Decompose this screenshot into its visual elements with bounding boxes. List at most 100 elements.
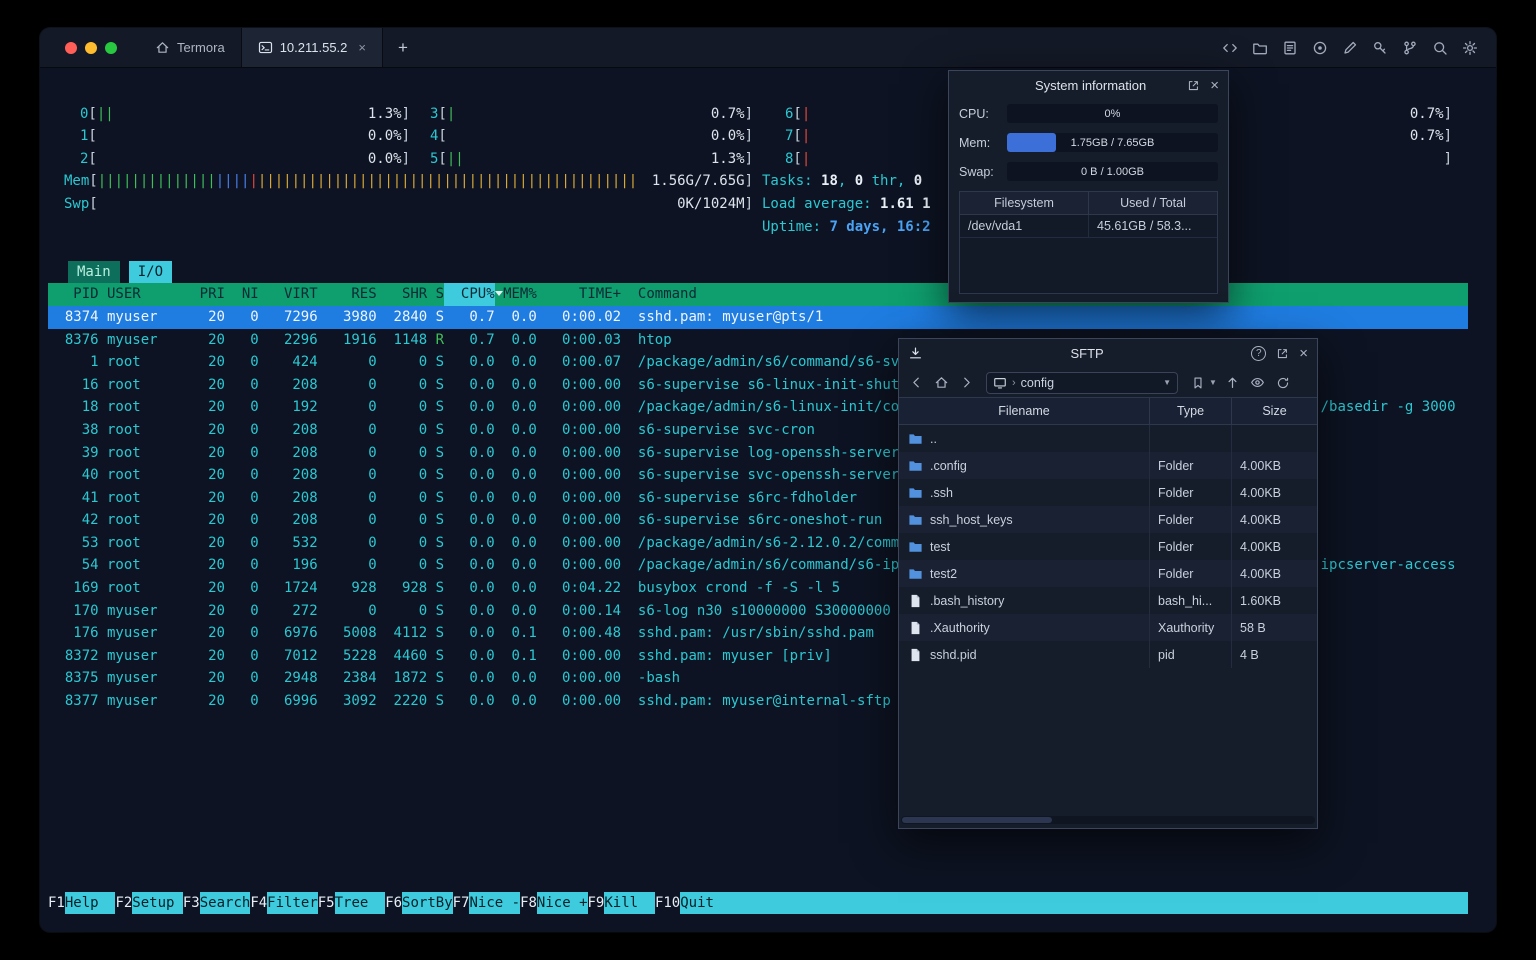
- minimize-window-button[interactable]: [85, 41, 97, 54]
- sftp-panel: SFTP ? × › config ▼ ▼ Filename Type Size…: [898, 338, 1318, 829]
- column-header-shr[interactable]: SHR: [377, 283, 427, 306]
- file-name: test: [930, 539, 951, 554]
- filesystem-row[interactable]: /dev/vda1 45.61GB / 58.3...: [960, 215, 1217, 238]
- file-column-size[interactable]: Size: [1231, 398, 1317, 424]
- htop-tab-i-o[interactable]: I/O: [128, 261, 173, 284]
- record-icon[interactable]: [1312, 40, 1328, 56]
- file-row-ssh_host_keys[interactable]: ssh_host_keys Folder 4.00KB: [899, 506, 1317, 533]
- fkey-f10[interactable]: F10: [655, 892, 680, 914]
- open-in-window-icon[interactable]: [1187, 79, 1200, 92]
- file-name: .Xauthority: [930, 620, 990, 635]
- file-name: sshd.pid: [930, 647, 977, 662]
- column-header-res[interactable]: RES: [318, 283, 376, 306]
- fkey-f7[interactable]: F7: [453, 892, 470, 914]
- fkey-f3[interactable]: F3: [183, 892, 200, 914]
- open-in-window-icon[interactable]: [1276, 347, 1289, 360]
- column-header-pri[interactable]: PRI: [183, 283, 225, 306]
- bookmark-dropdown-icon[interactable]: ▼: [1209, 378, 1217, 387]
- tab-ssh-host[interactable]: 10.211.55.2 ×: [240, 28, 383, 67]
- mem-usage-bar: 1.75GB / 7.65GB: [1007, 133, 1218, 152]
- search-icon[interactable]: [1432, 40, 1448, 56]
- scrollbar-thumb[interactable]: [902, 817, 1052, 823]
- fkey-action-sortby[interactable]: SortBy: [402, 892, 453, 914]
- file-size: 4.00KB: [1231, 560, 1317, 587]
- fkey-action-search[interactable]: Search: [199, 892, 251, 914]
- file-icon: [907, 620, 923, 636]
- column-header-virt[interactable]: VIRT: [259, 283, 318, 306]
- transfers-download-icon[interactable]: [908, 346, 923, 361]
- column-header-user[interactable]: USER: [107, 283, 183, 306]
- fkey-f5[interactable]: F5: [318, 892, 335, 914]
- back-icon[interactable]: [907, 373, 925, 393]
- column-header-s[interactable]: S: [427, 283, 444, 306]
- refresh-icon[interactable]: [1274, 373, 1292, 393]
- up-directory-icon[interactable]: [1224, 373, 1242, 393]
- file-row-.ssh[interactable]: .ssh Folder 4.00KB: [899, 479, 1317, 506]
- chevron-down-icon[interactable]: ▼: [1163, 378, 1171, 387]
- new-tab-button[interactable]: +: [383, 28, 423, 67]
- close-tab-icon[interactable]: ×: [358, 40, 366, 55]
- log-icon[interactable]: [1282, 40, 1298, 56]
- fkey-action-kill[interactable]: Kill: [604, 892, 655, 914]
- file-row-.Xauthority[interactable]: .Xauthority Xauthority 58 B: [899, 614, 1317, 641]
- folder-icon[interactable]: [1252, 40, 1268, 56]
- file-size: 4.00KB: [1231, 533, 1317, 560]
- column-header-cpu[interactable]: CPU%: [444, 283, 503, 306]
- code-icon[interactable]: [1222, 40, 1238, 56]
- forward-icon[interactable]: [957, 373, 975, 393]
- fkey-f4[interactable]: F4: [250, 892, 267, 914]
- fkey-action-tree[interactable]: Tree: [334, 892, 386, 914]
- show-hidden-icon[interactable]: [1249, 373, 1267, 393]
- home-icon[interactable]: [932, 373, 950, 393]
- htop-function-bar: F1 Help F2 Setup F3 Search F4 Filter F5 Tree F6…: [48, 892, 1468, 914]
- fkey-action-help[interactable]: Help: [64, 892, 116, 914]
- fkey-f9[interactable]: F9: [588, 892, 605, 914]
- fkey-f1[interactable]: F1: [48, 892, 65, 914]
- file-row-.bash_history[interactable]: .bash_history bash_hi... 1.60KB: [899, 587, 1317, 614]
- close-panel-icon[interactable]: ×: [1210, 78, 1219, 93]
- fkey-f6[interactable]: F6: [385, 892, 402, 914]
- file-column-filename[interactable]: Filename: [899, 398, 1149, 424]
- file-column-type[interactable]: Type: [1149, 398, 1231, 424]
- column-header-ni[interactable]: NI: [225, 283, 259, 306]
- fkey-f8[interactable]: F8: [520, 892, 537, 914]
- file-icon: [907, 593, 923, 609]
- fkey-action-nice+[interactable]: Nice +: [536, 892, 588, 914]
- close-panel-icon[interactable]: ×: [1299, 346, 1308, 361]
- system-information-panel: System information × CPU: 0% Mem: 1.75GB / …: [948, 70, 1229, 303]
- bookmark-icon[interactable]: [1189, 373, 1207, 393]
- pencil-icon[interactable]: [1342, 40, 1358, 56]
- tab-host-label: 10.211.55.2: [279, 40, 348, 55]
- folder-icon: [907, 566, 923, 582]
- column-header-time[interactable]: TIME+: [537, 283, 621, 306]
- settings-icon[interactable]: [1462, 40, 1478, 56]
- help-icon[interactable]: ?: [1251, 346, 1267, 361]
- file-size: [1231, 425, 1317, 452]
- zoom-window-button[interactable]: [105, 41, 117, 54]
- file-type: [1149, 425, 1231, 452]
- column-header-pid[interactable]: PID: [48, 283, 98, 306]
- fkey-action-setup[interactable]: Setup: [132, 892, 183, 914]
- tab-termora[interactable]: Termora: [139, 28, 241, 67]
- file-row-test[interactable]: test Folder 4.00KB: [899, 533, 1317, 560]
- branch-icon[interactable]: [1402, 40, 1418, 56]
- key-icon[interactable]: [1372, 40, 1388, 56]
- horizontal-scrollbar[interactable]: [901, 816, 1315, 824]
- file-row-sshd.pid[interactable]: sshd.pid pid 4 B: [899, 641, 1317, 668]
- fkey-f2[interactable]: F2: [115, 892, 132, 914]
- folder-icon: [907, 431, 923, 447]
- close-window-button[interactable]: [65, 41, 77, 54]
- fkey-action-filter[interactable]: Filter: [267, 892, 318, 914]
- file-row-test2[interactable]: test2 Folder 4.00KB: [899, 560, 1317, 587]
- process-table-header[interactable]: PID USER PRI NI VIRT RES SHR S CPU% MEM% TIME+ Comm…: [48, 283, 1468, 306]
- file-row-..[interactable]: ..: [899, 425, 1317, 452]
- file-name: .ssh: [930, 485, 953, 500]
- htop-tab-main[interactable]: Main: [68, 261, 120, 284]
- path-segment[interactable]: config: [1021, 376, 1054, 390]
- path-input[interactable]: › config ▼: [986, 371, 1178, 394]
- fkey-action-nice[interactable]: Nice -: [469, 892, 521, 914]
- process-row-8374[interactable]: 8374 myuser 20 0 7296 3980 2840 S 0.7 0.0 0:00.02 s…: [48, 305, 1468, 329]
- fkey-action-quit[interactable]: Quit: [680, 892, 731, 914]
- file-row-.config[interactable]: .config Folder 4.00KB: [899, 452, 1317, 479]
- htop-screen-tabs: Main I/O: [48, 261, 1468, 284]
